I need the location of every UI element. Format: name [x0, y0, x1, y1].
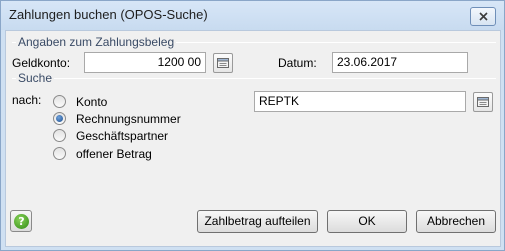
split-amount-button[interactable]: Zahlbetrag aufteilen	[197, 210, 318, 233]
geldkonto-label: Geldkonto:	[12, 56, 71, 70]
geldkonto-picker-button[interactable]	[213, 53, 233, 73]
radio-konto[interactable]	[53, 95, 66, 108]
datum-label: Datum:	[278, 56, 317, 70]
radio-geschaeftspartner[interactable]	[53, 129, 66, 142]
picker-icon	[217, 58, 229, 68]
nach-label: nach:	[12, 93, 42, 107]
radio-rechnungsnummer[interactable]	[53, 112, 66, 125]
dialog-body: Angaben zum Zahlungsbeleg Geldkonto: 120…	[5, 30, 501, 247]
geldkonto-field[interactable]: 1200 00	[84, 52, 206, 73]
help-button[interactable]: ?	[10, 210, 32, 232]
dialog-window: Zahlungen buchen (OPOS-Suche) Angaben zu…	[0, 0, 505, 251]
radio-offener-betrag[interactable]	[53, 147, 66, 160]
radio-konto-label: Konto	[76, 95, 108, 109]
search-input[interactable]: REPTK	[254, 91, 466, 112]
window-title: Zahlungen buchen (OPOS-Suche)	[9, 7, 208, 22]
payment-group-label: Angaben zum Zahlungsbeleg	[16, 35, 177, 49]
close-button[interactable]	[470, 7, 496, 26]
picker-icon	[477, 97, 489, 107]
search-group-label: Suche	[16, 71, 55, 85]
title-bar: Zahlungen buchen (OPOS-Suche)	[1, 1, 504, 30]
cancel-button[interactable]: Abbrechen	[416, 210, 496, 233]
datum-field[interactable]: 23.06.2017	[332, 52, 468, 73]
ok-button[interactable]: OK	[327, 210, 407, 233]
radio-offener-betrag-label: offener Betrag	[76, 147, 152, 161]
help-icon: ?	[14, 214, 29, 229]
search-picker-button[interactable]	[473, 92, 493, 112]
radio-rechnungsnummer-label: Rechnungsnummer	[76, 112, 181, 126]
search-group-divider	[12, 78, 496, 79]
close-icon	[479, 12, 488, 21]
radio-geschaeftspartner-label: Geschäftspartner	[76, 129, 169, 143]
